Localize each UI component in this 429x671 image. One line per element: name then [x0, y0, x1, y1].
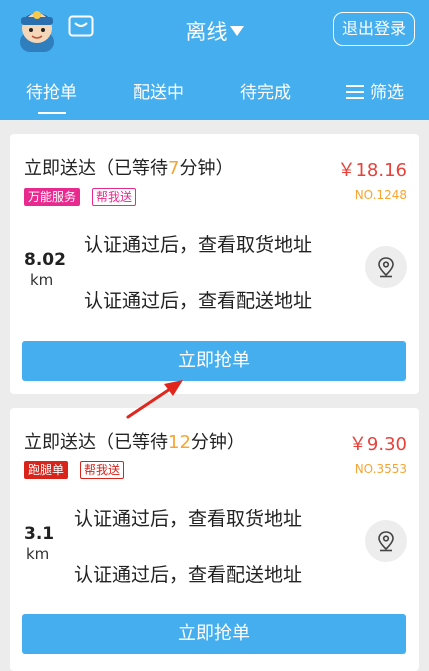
title-suffix: 分钟）: [179, 158, 234, 179]
tag-help-send: 帮我送: [80, 461, 125, 479]
location-icon: [378, 257, 394, 278]
online-status-toggle[interactable]: 离线: [186, 16, 244, 46]
order-card: 立即送达（已等待7分钟） ￥18.16 NO.1248 万能服务 帮我送 8.0…: [10, 134, 419, 394]
location-icon: [378, 531, 394, 552]
title-suffix: 分钟）: [190, 432, 245, 453]
tab-bar: 待抢单 配送中 待完成 筛选: [0, 78, 429, 120]
delivery-address: 认证通过后，查看配送地址: [84, 290, 313, 312]
order-title: 立即送达（已等待7分钟）: [24, 154, 233, 180]
location-button[interactable]: [365, 520, 407, 562]
tab-label: 筛选: [370, 83, 404, 103]
order-price: ￥18.16: [337, 160, 407, 181]
pickup-address: 认证通过后，查看取货地址: [74, 508, 303, 530]
active-tab-indicator: [37, 112, 66, 114]
distance-unit: km: [26, 545, 50, 563]
filter-icon: [346, 85, 364, 99]
order-price: ￥9.30: [348, 434, 407, 455]
app-header: 离线 退出登录 待抢单 配送中 待完成 筛选: [0, 0, 429, 120]
order-title: 立即送达（已等待12分钟）: [24, 428, 245, 454]
order-number: NO.3553: [354, 462, 407, 476]
tab-label: 配送中: [133, 83, 184, 103]
tag-service-type: 跑腿单: [24, 461, 69, 479]
tab-label: 待抢单: [26, 83, 77, 103]
pickup-address: 认证通过后，查看取货地址: [84, 234, 313, 256]
status-label: 离线: [185, 20, 228, 44]
avatar[interactable]: [16, 6, 58, 52]
distance-value: 3.1: [24, 524, 55, 544]
logout-button[interactable]: 退出登录: [333, 12, 415, 46]
grab-order-button[interactable]: 立即抢单: [22, 341, 406, 381]
tag-service-type: 万能服务: [24, 188, 81, 206]
caret-down-icon: [229, 26, 244, 36]
order-number: NO.1248: [354, 188, 407, 202]
location-button[interactable]: [365, 246, 407, 288]
tag-help-send: 帮我送: [92, 188, 137, 206]
distance-unit: km: [30, 271, 54, 289]
order-card: 立即送达（已等待12分钟） ￥9.30 NO.3553 跑腿单 帮我送 3.1 …: [10, 408, 419, 671]
wait-minutes: 7: [168, 158, 180, 179]
tab-label: 待完成: [240, 83, 291, 103]
tab-to-complete[interactable]: 待完成: [240, 78, 291, 120]
title-prefix: 立即送达（已等待: [24, 158, 168, 179]
grab-order-button[interactable]: 立即抢单: [22, 614, 406, 654]
title-prefix: 立即送达（已等待: [24, 432, 168, 453]
wait-minutes: 12: [168, 432, 191, 453]
tab-pending-grab[interactable]: 待抢单: [26, 78, 77, 120]
message-icon[interactable]: [68, 15, 94, 37]
delivery-address: 认证通过后，查看配送地址: [74, 564, 303, 586]
tab-filter[interactable]: 筛选: [346, 78, 404, 120]
tab-delivering[interactable]: 配送中: [133, 78, 184, 120]
distance-value: 8.02: [24, 250, 66, 270]
